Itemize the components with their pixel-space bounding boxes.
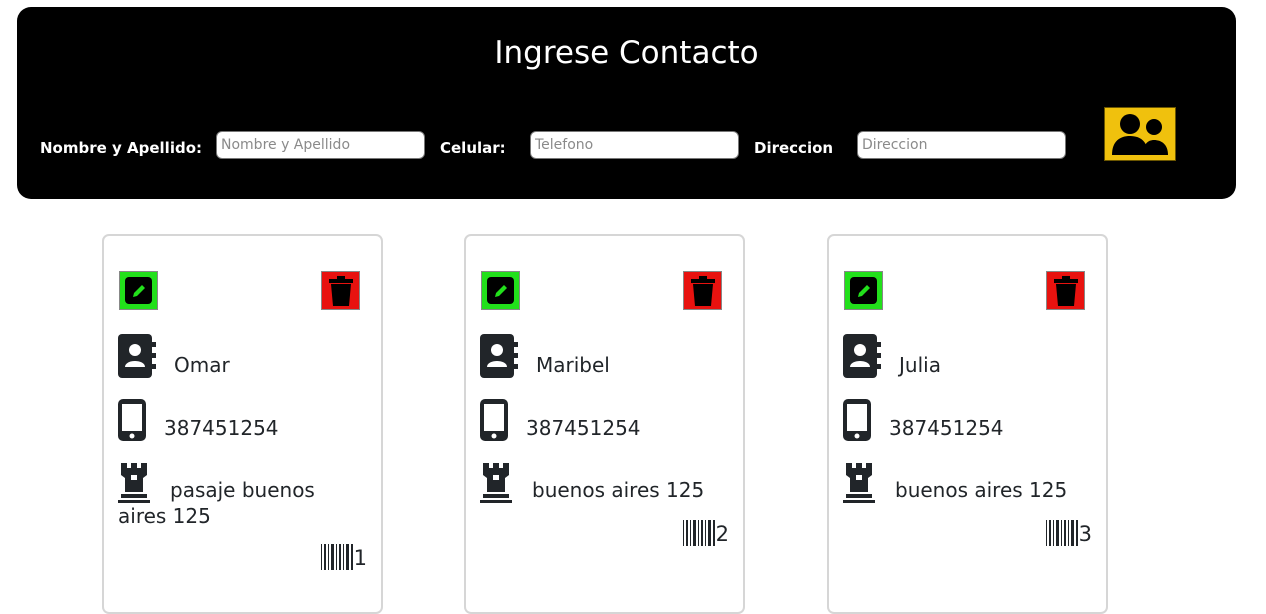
trash-icon: [1053, 275, 1078, 306]
barcode-icon: [682, 520, 715, 546]
address-book-icon: [843, 334, 881, 378]
contact-id-number: 3: [1078, 522, 1092, 546]
contact-card: Omar 387451254 pasaje buenos aires 125 1: [102, 234, 383, 614]
contact-form-header: Ingrese Contacto Nombre y Apellido: Celu…: [17, 7, 1236, 199]
edit-button[interactable]: [481, 271, 520, 310]
delete-button[interactable]: [321, 271, 360, 310]
contact-name: Maribel: [536, 353, 610, 377]
mobile-phone-icon: [843, 399, 871, 441]
contact-id: 1: [320, 544, 367, 570]
trash-icon: [690, 275, 715, 306]
address-book-icon: [480, 334, 518, 378]
barcode-icon: [1045, 520, 1078, 546]
address-label: Direccion: [754, 139, 834, 157]
contact-id: 2: [682, 520, 729, 546]
trash-icon: [328, 275, 353, 306]
pencil-icon: [132, 284, 145, 297]
pencil-icon: [857, 284, 870, 297]
mobile-phone-icon: [118, 399, 146, 441]
address-book-icon: [118, 334, 156, 378]
delete-button[interactable]: [683, 271, 722, 310]
phone-input[interactable]: [530, 131, 739, 159]
contact-name: Omar: [174, 353, 230, 377]
contact-phone: 387451254: [164, 416, 279, 440]
contact-address: buenos aires 125: [895, 478, 1068, 502]
contact-card: Maribel 387451254 buenos aires 125 2: [464, 234, 745, 614]
contact-phone: 387451254: [526, 416, 641, 440]
contact-id-number: 2: [715, 522, 729, 546]
users-icon: [1112, 114, 1168, 155]
contact-address: buenos aires 125: [532, 478, 705, 502]
name-input[interactable]: [216, 131, 425, 159]
add-contact-button[interactable]: [1104, 107, 1176, 161]
barcode-icon: [320, 544, 353, 570]
mobile-phone-icon: [480, 399, 508, 441]
name-label: Nombre y Apellido:: [40, 139, 203, 157]
delete-button[interactable]: [1046, 271, 1085, 310]
page-title: Ingrese Contacto: [494, 35, 759, 71]
contact-card: Julia 387451254 buenos aires 125 3: [827, 234, 1108, 614]
edit-button[interactable]: [119, 271, 158, 310]
contact-phone: 387451254: [889, 416, 1004, 440]
contact-name: Julia: [899, 353, 941, 377]
contact-address: pasaje buenos aires 125: [118, 478, 315, 528]
contact-id-number: 1: [353, 546, 367, 570]
pencil-icon: [494, 284, 507, 297]
address-input[interactable]: [857, 131, 1066, 159]
contact-id: 3: [1045, 520, 1092, 546]
phone-label: Celular:: [440, 139, 506, 157]
edit-button[interactable]: [844, 271, 883, 310]
